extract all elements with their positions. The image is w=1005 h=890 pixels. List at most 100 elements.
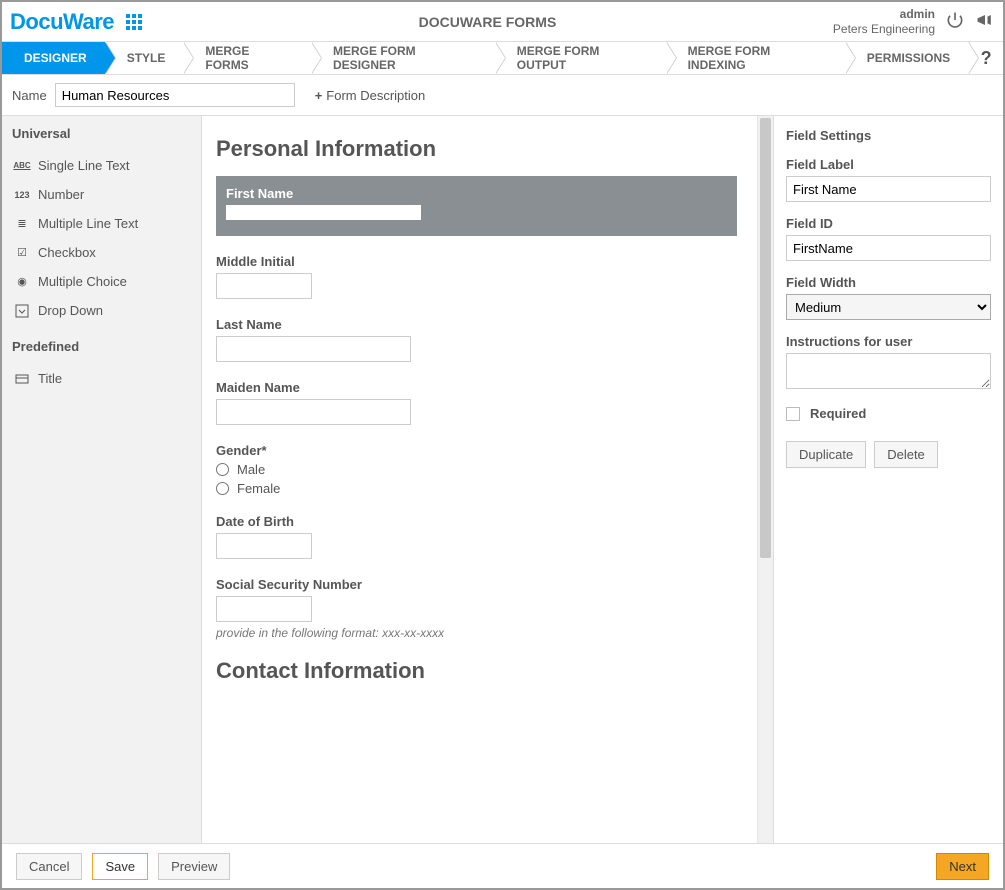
label-field-width: Field Width bbox=[786, 275, 991, 290]
field-middle-initial[interactable]: Middle Initial bbox=[216, 254, 737, 299]
palette-item-label: Drop Down bbox=[38, 303, 103, 318]
field-width-select[interactable]: Medium bbox=[786, 294, 991, 320]
duplicate-button[interactable]: Duplicate bbox=[786, 441, 866, 468]
step-style[interactable]: STYLE bbox=[105, 42, 184, 74]
canvas-wrap: Personal Information First Name Middle I… bbox=[202, 116, 773, 843]
megaphone-icon[interactable] bbox=[975, 10, 995, 33]
field-label-input[interactable] bbox=[786, 176, 991, 202]
section-heading-contact: Contact Information bbox=[216, 658, 737, 684]
apps-grid-icon[interactable] bbox=[126, 14, 142, 30]
field-label: Social Security Number bbox=[216, 577, 737, 592]
abc-icon: ABC bbox=[14, 161, 30, 170]
radio-label: Male bbox=[237, 462, 265, 477]
field-ssn[interactable]: Social Security Number provide in the fo… bbox=[216, 577, 737, 640]
field-label: Date of Birth bbox=[216, 514, 737, 529]
form-description-toggle[interactable]: + Form Description bbox=[315, 88, 426, 103]
step-designer[interactable]: DESIGNER bbox=[2, 42, 105, 74]
gender-option-male[interactable]: Male bbox=[216, 462, 737, 477]
save-button[interactable]: Save bbox=[92, 853, 148, 880]
last-name-input[interactable] bbox=[216, 336, 411, 362]
topbar: DocuWare DOCUWARE FORMS admin Peters Eng… bbox=[2, 2, 1003, 42]
form-name-input[interactable] bbox=[55, 83, 295, 107]
maiden-name-input[interactable] bbox=[216, 399, 411, 425]
first-name-input[interactable] bbox=[226, 205, 421, 220]
palette-item-label: Checkbox bbox=[38, 245, 96, 260]
settings-title: Field Settings bbox=[786, 128, 991, 143]
field-last-name[interactable]: Last Name bbox=[216, 317, 737, 362]
radio-label: Female bbox=[237, 481, 280, 496]
step-merge-form-designer[interactable]: MERGE FORM DESIGNER bbox=[311, 42, 495, 74]
palette-drop-down[interactable]: Drop Down bbox=[12, 296, 191, 325]
work-area: Universal ABC Single Line Text 123 Numbe… bbox=[2, 116, 1003, 843]
dob-input[interactable] bbox=[216, 533, 312, 559]
field-label: Last Name bbox=[216, 317, 737, 332]
palette-multiple-line-text[interactable]: ≣ Multiple Line Text bbox=[12, 209, 191, 238]
label-instructions: Instructions for user bbox=[786, 334, 991, 349]
delete-button[interactable]: Delete bbox=[874, 441, 938, 468]
cancel-button[interactable]: Cancel bbox=[16, 853, 82, 880]
title-icon bbox=[14, 372, 30, 386]
field-palette: Universal ABC Single Line Text 123 Numbe… bbox=[2, 116, 202, 843]
gender-option-female[interactable]: Female bbox=[216, 481, 737, 496]
123-icon: 123 bbox=[14, 190, 30, 200]
middle-initial-input[interactable] bbox=[216, 273, 312, 299]
field-label: Middle Initial bbox=[216, 254, 737, 269]
radio-icon: ◉ bbox=[14, 275, 30, 288]
palette-section-universal: Universal bbox=[12, 126, 191, 141]
field-label: Maiden Name bbox=[216, 380, 737, 395]
form-canvas[interactable]: Personal Information First Name Middle I… bbox=[202, 116, 757, 843]
required-checkbox[interactable] bbox=[786, 407, 800, 421]
form-description-label: Form Description bbox=[326, 88, 425, 103]
required-label: Required bbox=[810, 406, 866, 421]
field-maiden-name[interactable]: Maiden Name bbox=[216, 380, 737, 425]
preview-button[interactable]: Preview bbox=[158, 853, 230, 880]
step-merge-form-output[interactable]: MERGE FORM OUTPUT bbox=[495, 42, 666, 74]
ssn-input[interactable] bbox=[216, 596, 312, 622]
dropdown-icon bbox=[14, 304, 30, 318]
plus-icon: + bbox=[315, 88, 323, 103]
ssn-hint: provide in the following format: xxx-xx-… bbox=[216, 626, 737, 640]
required-row[interactable]: Required bbox=[786, 406, 991, 421]
canvas-scrollbar[interactable] bbox=[757, 116, 773, 843]
palette-item-label: Multiple Line Text bbox=[38, 216, 138, 231]
field-dob[interactable]: Date of Birth bbox=[216, 514, 737, 559]
field-gender[interactable]: Gender* Male Female bbox=[216, 443, 737, 496]
name-label: Name bbox=[12, 88, 47, 103]
instructions-input[interactable] bbox=[786, 353, 991, 389]
form-name-row: Name + Form Description bbox=[2, 75, 1003, 116]
power-icon[interactable] bbox=[945, 10, 965, 33]
step-merge-forms[interactable]: MERGE FORMS bbox=[183, 42, 311, 74]
field-settings-panel: Field Settings Field Label Field ID Fiel… bbox=[773, 116, 1003, 843]
palette-multiple-choice[interactable]: ◉ Multiple Choice bbox=[12, 267, 191, 296]
scrollbar-thumb[interactable] bbox=[760, 118, 771, 558]
label-field-id: Field ID bbox=[786, 216, 991, 231]
user-info: admin Peters Engineering bbox=[833, 7, 935, 36]
footer-bar: Cancel Save Preview Next bbox=[2, 843, 1003, 888]
radio-female[interactable] bbox=[216, 482, 229, 495]
palette-item-label: Number bbox=[38, 187, 84, 202]
step-merge-form-indexing[interactable]: MERGE FORM INDEXING bbox=[666, 42, 845, 74]
org-name: Peters Engineering bbox=[833, 22, 935, 36]
label-field-label: Field Label bbox=[786, 157, 991, 172]
palette-section-predefined: Predefined bbox=[12, 339, 191, 354]
radio-male[interactable] bbox=[216, 463, 229, 476]
field-label: Gender* bbox=[216, 443, 737, 458]
settings-buttons: Duplicate Delete bbox=[786, 441, 991, 468]
wizard-steps: DESIGNER STYLE MERGE FORMS MERGE FORM DE… bbox=[2, 42, 1003, 75]
next-button[interactable]: Next bbox=[936, 853, 989, 880]
palette-item-label: Title bbox=[38, 371, 62, 386]
lines-icon: ≣ bbox=[14, 217, 30, 230]
section-heading-personal: Personal Information bbox=[216, 136, 737, 162]
logo[interactable]: DocuWare bbox=[10, 9, 114, 35]
palette-item-label: Single Line Text bbox=[38, 158, 130, 173]
step-permissions[interactable]: PERMISSIONS bbox=[845, 42, 968, 74]
palette-title[interactable]: Title bbox=[12, 364, 191, 393]
palette-item-label: Multiple Choice bbox=[38, 274, 127, 289]
field-label: First Name bbox=[226, 186, 727, 201]
field-id-input[interactable] bbox=[786, 235, 991, 261]
palette-single-line-text[interactable]: ABC Single Line Text bbox=[12, 151, 191, 180]
palette-checkbox[interactable]: ☑ Checkbox bbox=[12, 238, 191, 267]
palette-number[interactable]: 123 Number bbox=[12, 180, 191, 209]
selected-field-first-name[interactable]: First Name bbox=[216, 176, 737, 236]
checkbox-icon: ☑ bbox=[14, 246, 30, 259]
